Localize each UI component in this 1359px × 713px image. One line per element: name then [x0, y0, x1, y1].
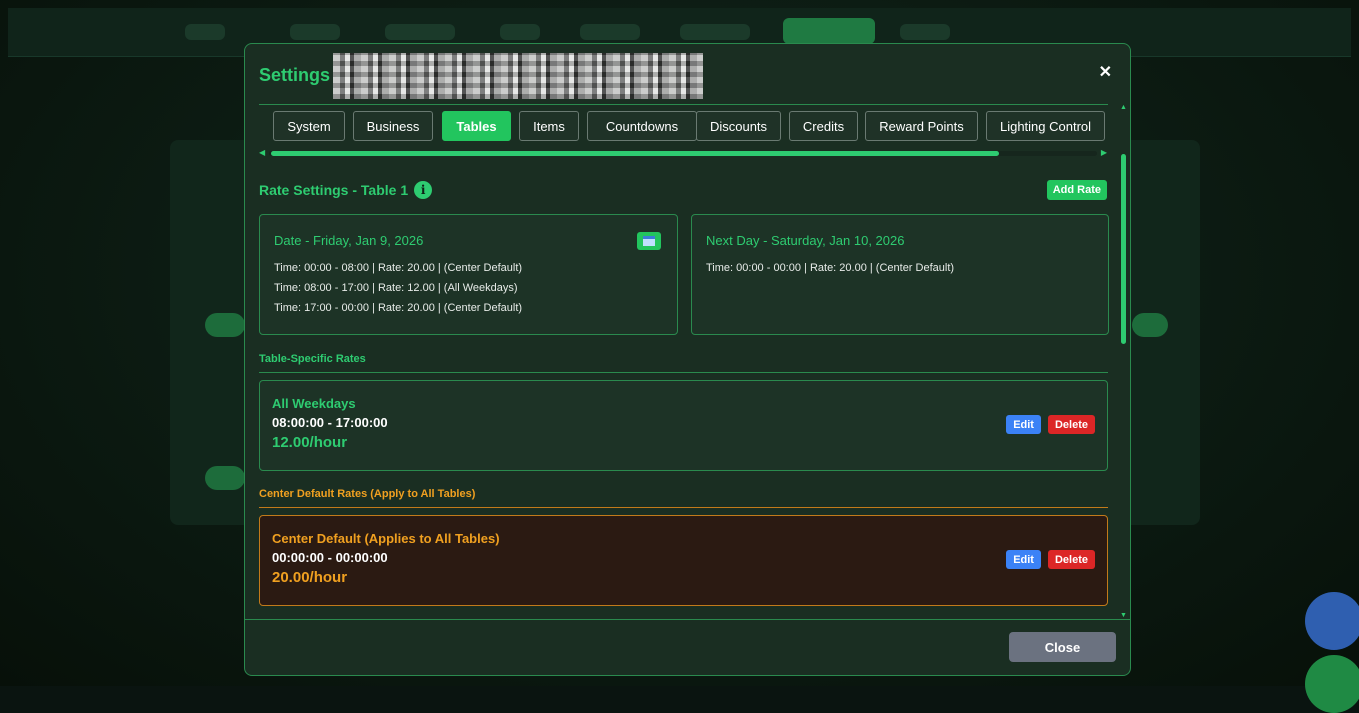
footer-divider [245, 619, 1130, 620]
next-day-title: Next Day - Saturday, Jan 10, 2026 [706, 233, 905, 248]
modal-title: Settings - [259, 65, 342, 85]
center-default-rate-card: Center Default (Applies to All Tables) 0… [259, 515, 1108, 606]
background-nav-item [500, 24, 540, 40]
table-specific-divider [259, 372, 1108, 373]
background-fab-blue [1305, 592, 1359, 650]
settings-modal: Settings - ✕ System Business Tables Item… [244, 43, 1131, 676]
tab-items[interactable]: Items [519, 111, 579, 141]
close-button[interactable]: Close [1009, 632, 1116, 662]
next-day-rates-card: Next Day - Saturday, Jan 10, 2026 Time: … [691, 214, 1109, 335]
background-nav-item [290, 24, 340, 40]
tab-system[interactable]: System [273, 111, 345, 141]
info-icon[interactable]: i [414, 181, 433, 199]
tab-tables[interactable]: Tables [442, 111, 511, 141]
close-icon[interactable]: ✕ [1099, 62, 1112, 82]
table-specific-heading: Table-Specific Rates [259, 353, 366, 365]
tab-lighting-control[interactable]: Lighting Control [986, 111, 1105, 141]
rate-price: 12.00/hour [272, 434, 348, 451]
tab-discounts[interactable]: Discounts [696, 111, 781, 141]
rate-price: 20.00/hour [272, 569, 348, 586]
scroll-left-icon[interactable]: ◀ [259, 148, 265, 157]
add-rate-button[interactable]: Add Rate [1046, 180, 1107, 200]
background-button [205, 466, 245, 490]
background-nav-item [680, 24, 750, 40]
tab-credits[interactable]: Credits [789, 111, 858, 141]
background-button [1132, 313, 1168, 337]
rate-time: 08:00:00 - 17:00:00 [272, 415, 388, 430]
scrollbar-thumb[interactable] [271, 151, 999, 156]
background-nav-item [900, 24, 950, 40]
modal-header: Settings - ✕ [245, 44, 1130, 104]
rate-time: 00:00:00 - 00:00:00 [272, 550, 388, 565]
next-day-rate-line: Time: 00:00 - 00:00 | Rate: 20.00 | (Cen… [706, 262, 955, 274]
background-fab-green [1305, 655, 1359, 713]
rate-name: All Weekdays [272, 396, 356, 411]
rate-actions: Edit Delete [1006, 550, 1095, 569]
calendar-glyph [643, 236, 655, 246]
rate-actions: Edit Delete [1006, 415, 1095, 434]
rate-settings-heading: Rate Settings - Table 1 i [259, 181, 433, 199]
content-vertical-scrollbar[interactable]: ▲ ▼ [1120, 104, 1128, 619]
scrollbar-thumb[interactable] [1121, 154, 1126, 344]
delete-rate-button[interactable]: Delete [1047, 550, 1095, 569]
delete-rate-button[interactable]: Delete [1047, 415, 1095, 434]
scroll-up-icon[interactable]: ▲ [1120, 104, 1127, 111]
tab-reward-points[interactable]: Reward Points [865, 111, 978, 141]
background-button [205, 313, 245, 337]
redacted-name-image [333, 53, 703, 99]
background-nav-item-active [783, 18, 875, 44]
today-rate-line: Time: 00:00 - 08:00 | Rate: 20.00 | (Cen… [274, 262, 523, 274]
center-default-divider [259, 507, 1108, 508]
background-nav-item [385, 24, 455, 40]
today-rate-line: Time: 08:00 - 17:00 | Rate: 12.00 | (All… [274, 282, 518, 294]
edit-rate-button[interactable]: Edit [1006, 415, 1041, 434]
rate-name: Center Default (Applies to All Tables) [272, 531, 500, 546]
scroll-down-icon[interactable]: ▼ [1120, 612, 1127, 619]
today-date-title: Date - Friday, Jan 9, 2026 [274, 233, 424, 248]
header-divider [259, 104, 1108, 105]
scroll-right-icon[interactable]: ▶ [1101, 148, 1107, 157]
calendar-icon[interactable] [637, 232, 661, 250]
tabs-horizontal-scrollbar[interactable]: ◀ ▶ [259, 148, 1107, 158]
tab-business[interactable]: Business [353, 111, 433, 141]
background-nav-item [580, 24, 640, 40]
tab-countdowns[interactable]: Countdowns [587, 111, 697, 141]
today-rate-line: Time: 17:00 - 00:00 | Rate: 20.00 | (Cen… [274, 302, 523, 314]
background-nav-item [185, 24, 225, 40]
edit-rate-button[interactable]: Edit [1006, 550, 1041, 569]
table-specific-rate-card: All Weekdays 08:00:00 - 17:00:00 12.00/h… [259, 380, 1108, 471]
rate-settings-title: Rate Settings - Table 1 [259, 182, 409, 198]
center-default-heading: Center Default Rates (Apply to All Table… [259, 488, 476, 500]
today-rates-card: Date - Friday, Jan 9, 2026 Time: 00:00 -… [259, 214, 678, 335]
